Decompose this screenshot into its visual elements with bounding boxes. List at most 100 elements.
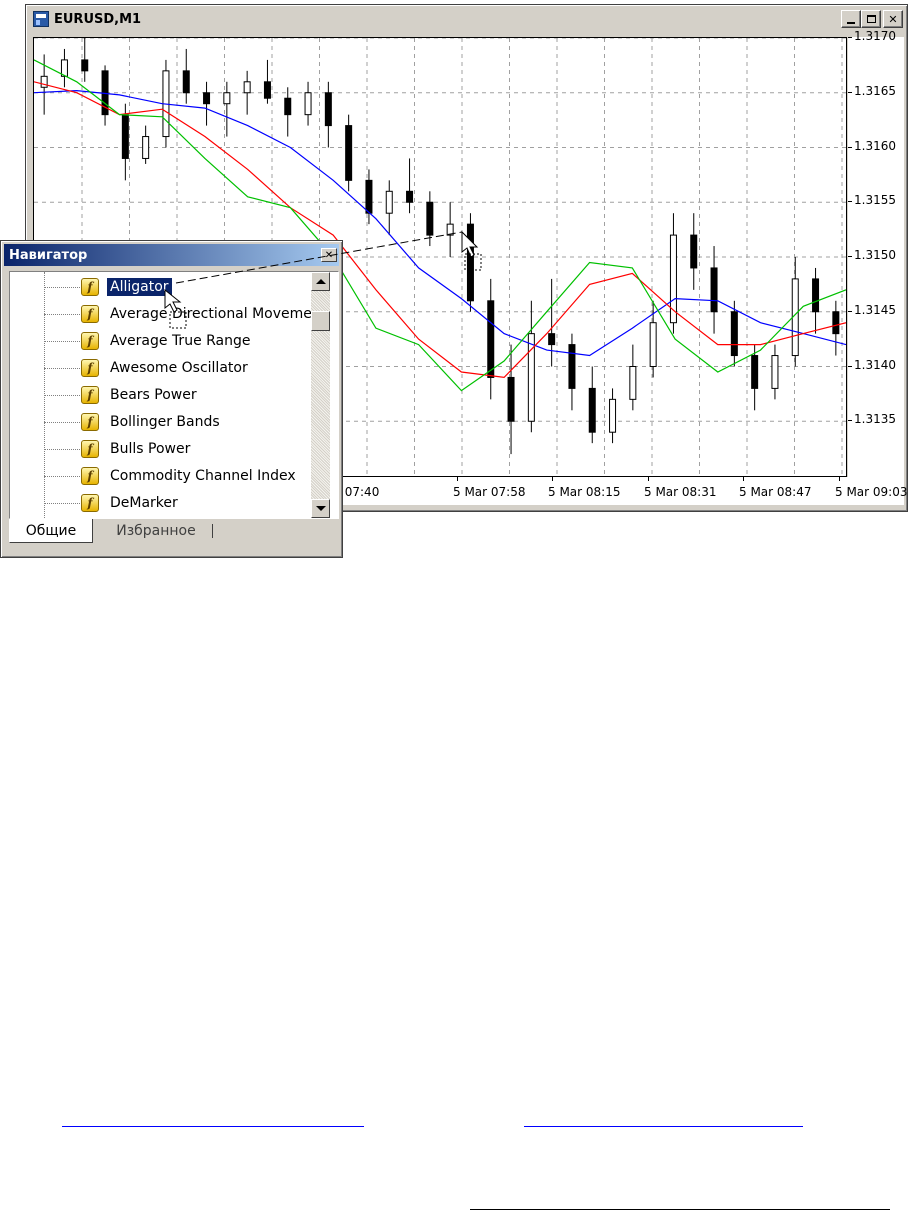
price-tick bbox=[848, 310, 852, 312]
minimize-button[interactable] bbox=[841, 10, 861, 28]
bull-candle-body bbox=[609, 398, 617, 433]
tab-general[interactable]: Общие bbox=[9, 519, 93, 543]
candlestick bbox=[487, 278, 495, 400]
fx-icon: f bbox=[81, 440, 99, 458]
candlestick bbox=[60, 48, 68, 88]
indicator-label: Commodity Channel Index bbox=[110, 468, 296, 484]
time-tick bbox=[457, 477, 458, 481]
scroll-down-button[interactable] bbox=[311, 499, 330, 518]
time-label: 5 Mar 07:58 bbox=[453, 485, 526, 499]
bear-candle-body bbox=[690, 234, 698, 269]
bear-candle-body bbox=[426, 201, 434, 236]
tab-separator bbox=[212, 524, 213, 538]
price-tick bbox=[848, 37, 852, 38]
bull-candle-body bbox=[243, 81, 251, 94]
maximize-button[interactable] bbox=[861, 10, 881, 28]
indicator-label: Average True Range bbox=[110, 333, 251, 349]
indicator-item[interactable]: f Bulls Power bbox=[44, 438, 193, 460]
maximize-icon bbox=[866, 15, 876, 23]
fx-icon: f bbox=[81, 413, 99, 431]
navigator-title-bar[interactable]: Навигатор ✕ bbox=[4, 244, 339, 266]
candlestick bbox=[304, 81, 312, 126]
bull-candle-body bbox=[40, 75, 48, 88]
time-label: 5 Mar 08:31 bbox=[644, 485, 717, 499]
candlestick bbox=[345, 114, 353, 192]
indicator-item[interactable]: f Commodity Channel Index bbox=[44, 465, 299, 487]
candlestick bbox=[527, 300, 535, 433]
window-controls: ✕ bbox=[841, 10, 903, 28]
time-label: 5 Mar 08:47 bbox=[739, 485, 812, 499]
close-button[interactable]: ✕ bbox=[883, 10, 903, 28]
window-title: EURUSD,M1 bbox=[54, 11, 142, 27]
navigator-tabs: Общие Избранное bbox=[9, 519, 339, 545]
arrow-down-icon bbox=[315, 506, 326, 511]
tree-branch bbox=[44, 421, 82, 423]
link-underline-right[interactable] bbox=[524, 1126, 803, 1127]
price-tick bbox=[848, 365, 852, 367]
bear-candle-body bbox=[182, 70, 190, 94]
scroll-up-button[interactable] bbox=[311, 272, 330, 291]
navigator-close-button[interactable]: ✕ bbox=[321, 248, 337, 262]
indicator-item[interactable]: f Average True Range bbox=[44, 330, 254, 352]
indicator-tree[interactable]: f Alligator f Average Directional Moveme f Av… bbox=[9, 271, 339, 519]
bear-candle-body bbox=[406, 190, 414, 203]
bull-candle-body bbox=[385, 190, 393, 214]
indicator-item[interactable]: f Bears Power bbox=[44, 384, 200, 406]
indicator-item[interactable]: f DeMarker bbox=[44, 492, 181, 514]
bull-candle-body bbox=[771, 355, 779, 389]
candlestick bbox=[629, 344, 637, 411]
bull-candle-body bbox=[142, 136, 150, 159]
chart-window-icon bbox=[33, 11, 49, 27]
candlestick bbox=[385, 180, 393, 236]
tree-branch bbox=[44, 448, 82, 450]
candlestick bbox=[771, 344, 779, 400]
indicator-label: Average Directional Moveme bbox=[110, 306, 312, 322]
candlestick bbox=[101, 65, 109, 126]
price-tick bbox=[848, 91, 852, 93]
bear-candle-body bbox=[466, 223, 474, 302]
time-tick bbox=[839, 477, 840, 481]
bear-candle-body bbox=[751, 355, 759, 389]
candlestick bbox=[548, 278, 556, 367]
price-tick bbox=[848, 256, 852, 257]
candlestick bbox=[182, 48, 190, 104]
bear-candle-body bbox=[548, 333, 556, 346]
navigator-panel: Навигатор ✕ f Alligator f Average Direction… bbox=[0, 240, 343, 558]
indicator-item[interactable]: f Alligator bbox=[44, 276, 172, 298]
candlestick bbox=[324, 81, 332, 148]
bull-candle-body bbox=[223, 92, 231, 105]
candlestick bbox=[669, 213, 677, 334]
fx-icon: f bbox=[81, 386, 99, 404]
bull-candle-body bbox=[446, 223, 454, 236]
price-label: 1.3140 bbox=[854, 357, 896, 372]
bear-candle-body bbox=[203, 92, 211, 105]
candlestick bbox=[203, 81, 211, 126]
bear-candle-body bbox=[568, 344, 576, 389]
indicator-label: Awesome Oscillator bbox=[110, 360, 248, 376]
candlestick bbox=[142, 125, 150, 164]
candlestick bbox=[284, 87, 292, 137]
indicator-item[interactable]: f Average Directional Moveme bbox=[44, 303, 315, 325]
tab-favorites[interactable]: Избранное bbox=[101, 519, 211, 543]
indicator-label: Bears Power bbox=[110, 387, 197, 403]
tree-scrollbar[interactable] bbox=[311, 272, 330, 518]
chart-title-bar[interactable]: EURUSD,M1 ✕ bbox=[29, 8, 904, 30]
tree-branch bbox=[44, 313, 82, 315]
minimize-icon bbox=[847, 22, 855, 24]
tree-branch bbox=[44, 394, 82, 396]
scroll-thumb[interactable] bbox=[311, 311, 330, 331]
tree-branch bbox=[44, 367, 82, 369]
link-underline-left[interactable] bbox=[62, 1126, 364, 1127]
price-axis: 1.3170 1.3165 1.3160 1.3155 1.3150 1.3145 1.31… bbox=[848, 29, 904, 477]
close-icon: ✕ bbox=[324, 249, 334, 261]
candlestick bbox=[243, 70, 251, 115]
arrow-up-icon bbox=[315, 279, 326, 284]
navigator-title: Навигатор bbox=[9, 247, 88, 263]
fx-icon: f bbox=[81, 305, 99, 323]
tree-branch bbox=[44, 475, 82, 477]
indicator-item[interactable]: f Awesome Oscillator bbox=[44, 357, 251, 379]
indicator-item[interactable]: f Bollinger Bands bbox=[44, 411, 223, 433]
time-label: 5 Mar 08:15 bbox=[548, 485, 621, 499]
bear-candle-body bbox=[812, 278, 820, 313]
candlestick bbox=[609, 388, 617, 444]
